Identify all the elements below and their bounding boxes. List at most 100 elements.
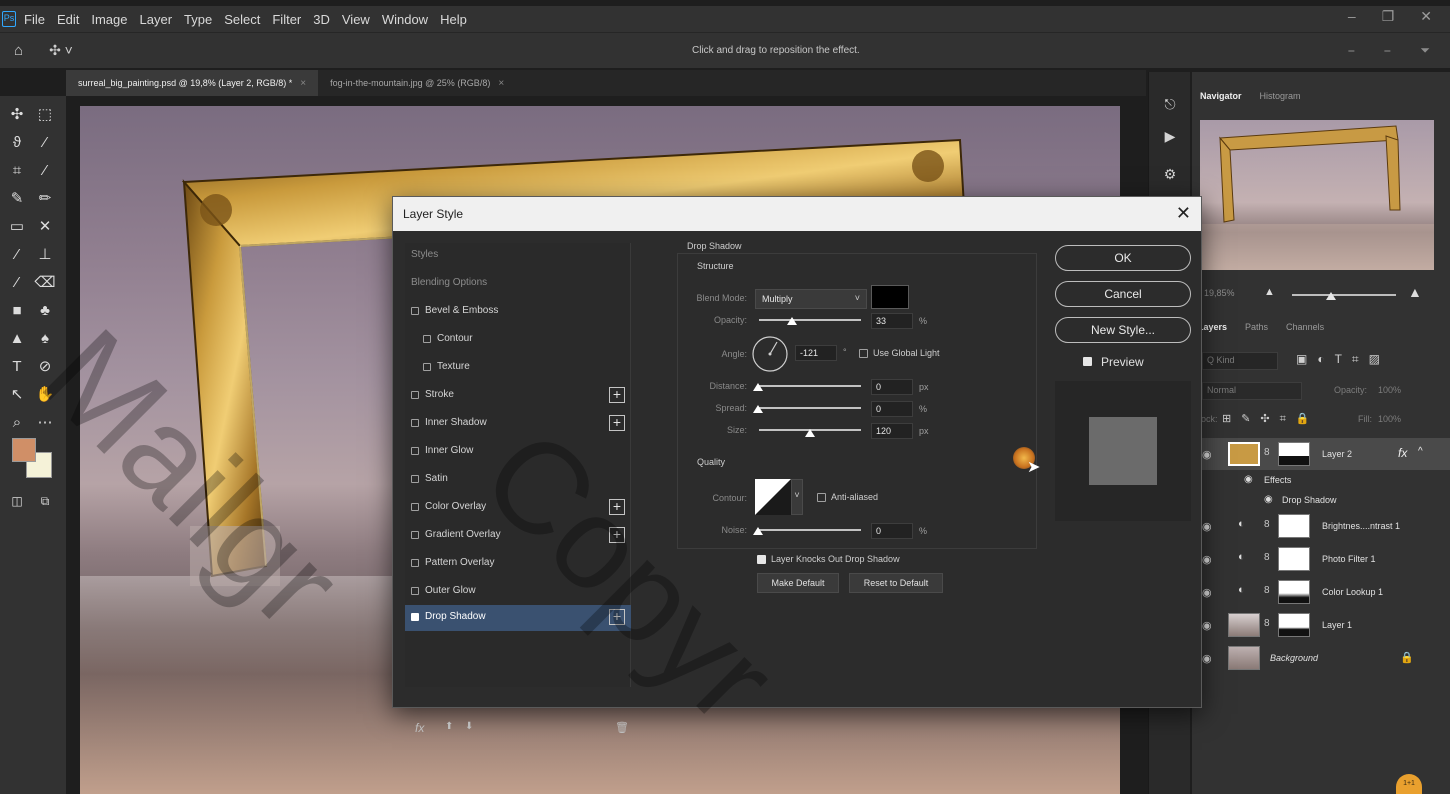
healing-brush-icon[interactable]: ✎ — [6, 188, 28, 210]
preview-checkbox[interactable] — [1083, 357, 1092, 366]
style-item-contour[interactable]: Contour — [405, 327, 631, 353]
style-checkbox[interactable] — [411, 559, 419, 567]
tab-close-icon[interactable]: × — [498, 78, 504, 89]
menu-help[interactable]: Help — [440, 12, 467, 27]
style-item-styles[interactable]: Styles — [405, 243, 631, 269]
layer-name[interactable]: Photo Filter 1 — [1322, 554, 1376, 564]
spread-input[interactable]: 0 — [871, 401, 913, 417]
style-item-blending-options[interactable]: Blending Options — [405, 271, 631, 297]
noise-slider-thumb[interactable] — [753, 527, 763, 535]
visibility-eye-icon[interactable]: ◉ — [1202, 520, 1212, 533]
layer-row-background[interactable]: ◉ Background 🔒 — [1192, 642, 1450, 674]
chain-link-icon[interactable]: 8 — [1264, 447, 1270, 458]
crop-tool-icon[interactable]: ⌗ — [6, 160, 28, 182]
quick-mask-icon[interactable]: ◫ — [6, 490, 28, 512]
noise-slider-track[interactable] — [759, 529, 861, 531]
menu-filter[interactable]: Filter — [272, 12, 301, 27]
restore-icon[interactable]: ❐ — [1382, 8, 1395, 25]
layer-row-photo-filter[interactable]: ◉ ◐ 8 Photo Filter 1 — [1192, 543, 1450, 575]
move-up-icon[interactable]: ⬆ — [445, 721, 453, 732]
visibility-eye-icon[interactable]: ◉ — [1202, 553, 1212, 566]
contour-preview[interactable] — [755, 479, 791, 515]
reset-to-default-button[interactable]: Reset to Default — [849, 573, 943, 593]
move-tool-icon[interactable]: ✣ ˅ — [49, 42, 73, 59]
fill-value[interactable]: 100% — [1378, 414, 1401, 424]
layer-mask-thumbnail[interactable] — [1278, 580, 1310, 604]
home-icon[interactable]: ⌂ — [14, 42, 23, 59]
photoshop-logo-icon[interactable]: Ps — [2, 11, 16, 27]
brush-tool-icon[interactable]: ✏ — [34, 188, 56, 210]
visibility-eye-icon[interactable]: ◉ — [1202, 586, 1212, 599]
clone-stamp-icon[interactable]: ⊥ — [34, 244, 56, 266]
drop-shadow-eye-icon[interactable]: ◉ — [1264, 494, 1273, 505]
layer-mask-thumbnail[interactable] — [1278, 442, 1310, 466]
type-tool-icon[interactable]: T — [6, 356, 28, 378]
style-checkbox[interactable] — [411, 419, 419, 427]
blend-mode-select[interactable]: Multiply ˅ — [755, 289, 867, 309]
tab-surreal-big-painting[interactable]: surreal_big_painting.psd @ 19,8% (Layer … — [66, 70, 319, 96]
layer-name[interactable]: Background — [1270, 653, 1318, 663]
screen-mode-icon[interactable]: ⧉ — [34, 490, 56, 512]
size-input[interactable]: 120 — [871, 423, 913, 439]
tab-channels[interactable]: Channels — [1286, 322, 1324, 332]
add-drop-shadow-plus-icon[interactable]: + — [609, 609, 625, 625]
chain-link-icon[interactable]: 8 — [1264, 519, 1270, 530]
style-item-outer-glow[interactable]: Outer Glow — [405, 579, 631, 605]
visibility-eye-icon[interactable]: ◉ — [1202, 448, 1212, 461]
style-item-texture[interactable]: Texture — [405, 355, 631, 381]
distance-slider-track[interactable] — [759, 385, 861, 387]
layer-kind-filter[interactable]: Q Kind — [1202, 352, 1278, 370]
distribute-icon[interactable]: ⎯ — [1384, 43, 1390, 58]
layer-mask-thumbnail[interactable] — [1278, 514, 1310, 538]
style-item-color-overlay[interactable]: Color Overlay + — [405, 495, 631, 521]
opacity-slider-thumb[interactable] — [787, 317, 797, 325]
contour-dropdown-icon[interactable]: ˅ — [791, 479, 803, 515]
size-slider-thumb[interactable] — [805, 429, 815, 437]
layer-name[interactable]: Layer 2 — [1322, 449, 1352, 459]
move-down-icon[interactable]: ⬇ — [465, 721, 473, 732]
align-icon[interactable]: ⎯ — [1348, 43, 1354, 58]
layer-name[interactable]: Brightnes....ntrast 1 — [1322, 521, 1400, 531]
layer-effects-row[interactable]: ◉ Effects — [1192, 470, 1450, 490]
menu-type[interactable]: Type — [184, 12, 212, 27]
more-tools-icon[interactable]: ⋯ — [34, 412, 56, 434]
knockout-checkbox[interactable] — [757, 555, 766, 564]
tab-close-icon[interactable]: × — [300, 78, 306, 89]
style-item-gradient-overlay[interactable]: Gradient Overlay + — [405, 523, 631, 549]
move-tool-icon[interactable]: ✣ — [6, 104, 28, 126]
style-checkbox[interactable] — [411, 531, 419, 539]
menu-view[interactable]: View — [342, 12, 370, 27]
new-style-button[interactable]: New Style... — [1055, 317, 1191, 343]
menu-layer[interactable]: Layer — [140, 12, 173, 27]
style-checkbox-checked[interactable] — [411, 613, 419, 621]
layer-blend-mode[interactable]: Normal — [1202, 382, 1302, 400]
make-default-button[interactable]: Make Default — [757, 573, 839, 593]
add-stroke-plus-icon[interactable]: + — [609, 387, 625, 403]
style-item-stroke[interactable]: Stroke + — [405, 383, 631, 409]
style-item-pattern-overlay[interactable]: Pattern Overlay — [405, 551, 631, 577]
angle-input[interactable]: -121 — [795, 345, 837, 361]
zoom-slider-thumb[interactable] — [1326, 292, 1336, 300]
dodge-tool-icon[interactable]: ♠ — [34, 328, 56, 350]
layer-row-layer-2[interactable]: ◉ 8 Layer 2 fx ^ — [1192, 438, 1450, 470]
layer-mask-thumbnail[interactable] — [1278, 613, 1310, 637]
style-checkbox[interactable] — [411, 475, 419, 483]
more-options-icon[interactable]: ⏷ — [1420, 43, 1430, 58]
hand-tool-icon[interactable]: ✋ — [34, 384, 56, 406]
layer-row-layer-1[interactable]: ◉ 8 Layer 1 — [1192, 609, 1450, 641]
lock-icon[interactable]: 🔒 — [1400, 651, 1414, 664]
properties-icon[interactable]: ⚙ — [1161, 166, 1179, 184]
style-checkbox[interactable] — [411, 391, 419, 399]
style-checkbox[interactable] — [411, 447, 419, 455]
foreground-color-swatch[interactable] — [12, 438, 36, 462]
stamp-tool-icon[interactable]: ▭ — [6, 216, 28, 238]
menu-window[interactable]: Window — [382, 12, 428, 27]
distance-slider-thumb[interactable] — [753, 383, 763, 391]
opacity-value[interactable]: 100% — [1378, 385, 1401, 395]
lock-icons[interactable]: ⊞✎✣⌗🔒 — [1222, 412, 1320, 426]
menu-edit[interactable]: Edit — [57, 12, 79, 27]
chain-link-icon[interactable]: 8 — [1264, 585, 1270, 596]
ok-button[interactable]: OK — [1055, 245, 1191, 271]
layer-row-color-lookup[interactable]: ◉ ◐ 8 Color Lookup 1 — [1192, 576, 1450, 608]
eyedropper-icon[interactable]: ⁄ — [34, 160, 56, 182]
